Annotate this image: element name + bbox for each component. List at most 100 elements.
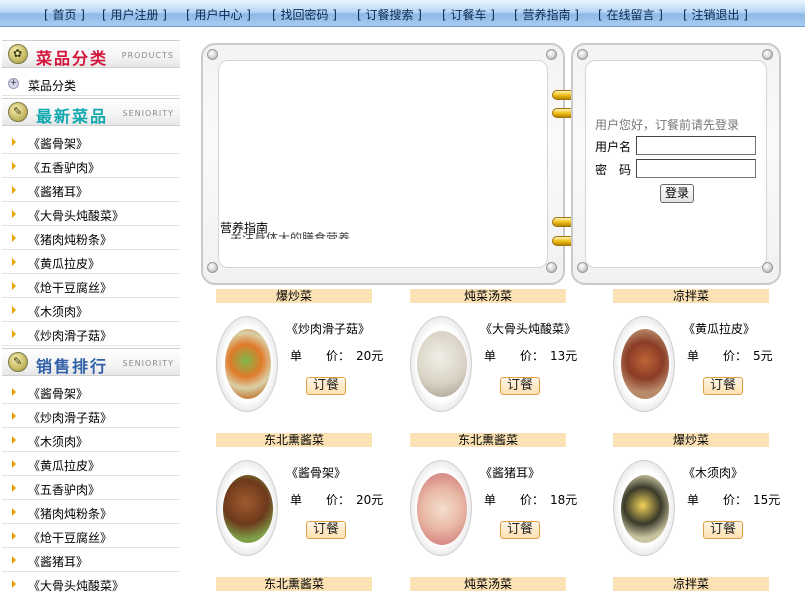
- dish-name-link[interactable]: 《大骨头炖酸菜》: [480, 320, 576, 337]
- dish-photo[interactable]: [613, 316, 675, 412]
- dish-category-bar[interactable]: 凉拌菜: [613, 577, 769, 591]
- dish-name-link[interactable]: 《酱骨架》: [286, 464, 346, 481]
- sidebar-item-dish[interactable]: 《黄瓜拉皮》: [2, 250, 180, 274]
- nav-order-search-link[interactable]: [ 订餐搜索 ]: [357, 6, 422, 23]
- screw-icon: [207, 262, 218, 273]
- sidebar-item-dish[interactable]: 《黄瓜拉皮》: [2, 452, 180, 476]
- dish-food-image: [621, 475, 669, 543]
- categories-title: 菜品分类: [36, 49, 109, 68]
- order-button[interactable]: 订餐: [306, 377, 346, 395]
- dish-price-value: 18元: [550, 493, 578, 507]
- sidebar-item-label: 《五香驴肉》: [28, 161, 101, 175]
- leaf-icon: ✿: [8, 44, 28, 64]
- nav-user-center-link[interactable]: [ 用户中心 ]: [186, 6, 251, 23]
- dish-food-image: [417, 473, 467, 545]
- sidebar-item-dish[interactable]: 《酱骨架》: [2, 380, 180, 404]
- username-input[interactable]: [636, 136, 756, 155]
- dish-card: 《大骨头炖酸菜》单 价： 13元 订餐: [410, 316, 590, 426]
- ranking-section-header: ✎ 销售排行 SENIORITY: [2, 348, 180, 376]
- dish-photo[interactable]: [410, 316, 472, 412]
- order-button[interactable]: 订餐: [500, 521, 540, 539]
- arrow-right-icon: [12, 556, 16, 564]
- expand-plus-icon[interactable]: +: [8, 78, 19, 89]
- top-navigation-bar: [ 首页 ] [ 用户注册 ] [ 用户中心 ] [ 找回密码 ] [ 订餐搜索…: [0, 0, 805, 27]
- dish-name-link[interactable]: 《木须肉》: [683, 464, 743, 481]
- sidebar-item-dish[interactable]: 《炝干豆腐丝》: [2, 274, 180, 298]
- sidebar-item-label: 《五香驴肉》: [28, 483, 101, 497]
- nav-order-cart-link[interactable]: [ 订餐车 ]: [442, 6, 495, 23]
- nav-home-link[interactable]: [ 首页 ]: [44, 6, 85, 23]
- dish-food-image: [223, 475, 273, 543]
- sidebar-item-label: 《酱骨架》: [28, 387, 89, 401]
- order-button[interactable]: 订餐: [703, 377, 743, 395]
- dish-card: 《黄瓜拉皮》单 价： 5元 订餐: [613, 316, 793, 426]
- nav-recover-password-link[interactable]: [ 找回密码 ]: [272, 6, 337, 23]
- dish-category-bar[interactable]: 爆炒菜: [216, 289, 372, 303]
- order-button[interactable]: 订餐: [703, 521, 743, 539]
- sidebar-item-dish[interactable]: 《炒肉滑子菇》: [2, 404, 180, 428]
- password-input[interactable]: [636, 159, 756, 178]
- newest-subtitle: SENIORITY: [122, 109, 174, 118]
- dish-photo[interactable]: [410, 460, 472, 556]
- sidebar-item-dish[interactable]: 《炒肉滑子菇》: [2, 322, 180, 346]
- pencil-icon: ✎: [8, 352, 28, 372]
- dish-photo[interactable]: [613, 460, 675, 556]
- sidebar-item-dish[interactable]: 《大骨头炖酸菜》: [2, 572, 180, 594]
- sidebar-item-categories[interactable]: + 菜品分类: [2, 72, 180, 96]
- username-label: 用户名: [595, 140, 632, 154]
- dish-category-bar[interactable]: 凉拌菜: [613, 289, 769, 303]
- sidebar-item-label: 《炝干豆腐丝》: [28, 281, 113, 295]
- dish-price-label: 单 价：: [484, 349, 545, 363]
- dish-category-bar[interactable]: 爆炒菜: [613, 433, 769, 447]
- sidebar-item-label: 《酱猪耳》: [28, 185, 89, 199]
- screw-icon: [207, 49, 218, 60]
- arrow-right-icon: [12, 508, 16, 516]
- sidebar-item-dish[interactable]: 《酱猪耳》: [2, 548, 180, 572]
- nav-message-board-link[interactable]: [ 在线留言 ]: [598, 6, 663, 23]
- nav-register-link[interactable]: [ 用户注册 ]: [102, 6, 167, 23]
- ranking-subtitle: SENIORITY: [122, 359, 174, 368]
- nav-nutrition-guide-link[interactable]: [ 营养指南 ]: [514, 6, 579, 23]
- pencil-icon: ✎: [8, 102, 28, 122]
- dish-price-label: 单 价：: [484, 493, 545, 507]
- login-button[interactable]: 登录: [660, 184, 694, 203]
- sidebar-item-label: 《猪肉炖粉条》: [28, 233, 113, 247]
- dish-price-value: 20元: [356, 349, 384, 363]
- dish-photo[interactable]: [216, 460, 278, 556]
- arrow-right-icon: [12, 186, 16, 194]
- dish-category-bar[interactable]: 东北熏酱菜: [216, 577, 372, 591]
- sidebar-item-dish[interactable]: 《木须肉》: [2, 298, 180, 322]
- sidebar-item-dish[interactable]: 《木须肉》: [2, 428, 180, 452]
- dish-name-link[interactable]: 《黄瓜拉皮》: [683, 320, 755, 337]
- sidebar-item-dish[interactable]: 《酱猪耳》: [2, 178, 180, 202]
- dish-category-bar[interactable]: 东北熏酱菜: [216, 433, 372, 447]
- newest-title: 最新菜品: [36, 107, 109, 126]
- sidebar-item-dish[interactable]: 《五香驴肉》: [2, 154, 180, 178]
- dish-category-bar[interactable]: 炖菜汤菜: [410, 577, 566, 591]
- arrow-right-icon: [12, 388, 16, 396]
- sidebar-item-dish[interactable]: 《五香驴肉》: [2, 476, 180, 500]
- sidebar-item-dish[interactable]: 《猪肉炖粉条》: [2, 226, 180, 250]
- arrow-right-icon: [12, 210, 16, 218]
- sidebar-item-dish[interactable]: 《大骨头炖酸菜》: [2, 202, 180, 226]
- nav-logout-link[interactable]: [ 注销退出 ]: [683, 6, 748, 23]
- dish-price-label: 单 价：: [687, 493, 748, 507]
- dish-price-value: 5元: [753, 349, 773, 363]
- sidebar-item-label: 《猪肉炖粉条》: [28, 507, 113, 521]
- sidebar-item-dish[interactable]: 《猪肉炖粉条》: [2, 500, 180, 524]
- dish-name-link[interactable]: 《酱猪耳》: [480, 464, 540, 481]
- sidebar-item-dish[interactable]: 《酱骨架》: [2, 130, 180, 154]
- dish-photo[interactable]: [216, 316, 278, 412]
- order-button[interactable]: 订餐: [306, 521, 346, 539]
- arrow-right-icon: [12, 234, 16, 242]
- news-marquee[interactable]: 关注身体大的膳食营养: [230, 232, 370, 239]
- dish-category-bar[interactable]: 炖菜汤菜: [410, 289, 566, 303]
- sidebar-item-dish[interactable]: 《炝干豆腐丝》: [2, 524, 180, 548]
- sidebar-item-label: 《酱骨架》: [28, 137, 89, 151]
- dish-price-value: 13元: [550, 349, 578, 363]
- dish-name-link[interactable]: 《炒肉滑子菇》: [286, 320, 370, 337]
- dish-card: 《木须肉》单 价： 15元 订餐: [613, 460, 793, 570]
- order-button[interactable]: 订餐: [500, 377, 540, 395]
- arrow-right-icon: [12, 258, 16, 266]
- dish-category-bar[interactable]: 东北熏酱菜: [410, 433, 566, 447]
